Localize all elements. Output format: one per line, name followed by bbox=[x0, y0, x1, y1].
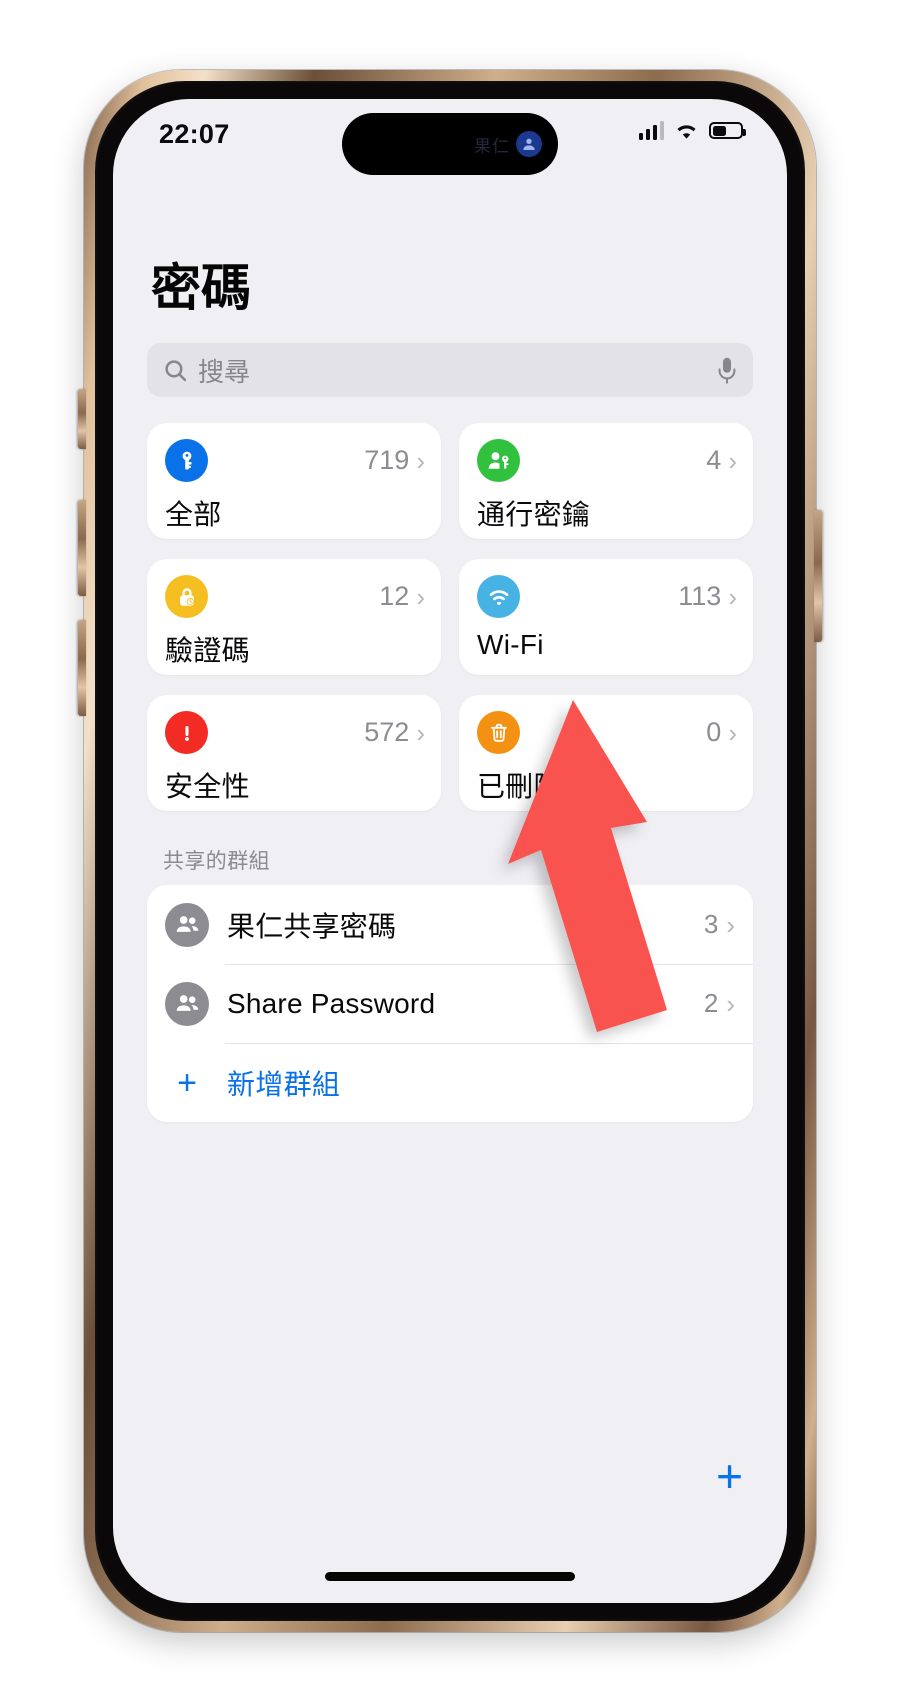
wifi-icon bbox=[674, 121, 699, 140]
phone-screen: 22:07 果仁 密碼 搜尋 719 › 全部 4 › 通行密鑰 12 › 驗證… bbox=[113, 99, 787, 1603]
action-button[interactable] bbox=[78, 389, 86, 449]
group-name: 果仁共享密碼 bbox=[227, 910, 397, 942]
trash-icon bbox=[477, 711, 520, 754]
category-count: 4 bbox=[706, 445, 722, 475]
category-label: 安全性 bbox=[165, 771, 250, 802]
category-card-wifi[interactable]: 113 › Wi-Fi bbox=[459, 559, 753, 675]
search-icon bbox=[163, 358, 188, 383]
group-name: Share Password bbox=[227, 987, 436, 1019]
category-count: 0 bbox=[706, 717, 722, 747]
chevron-right-icon: › bbox=[728, 717, 737, 748]
category-count: 113 bbox=[678, 581, 722, 611]
chevron-right-icon: › bbox=[416, 717, 425, 748]
add-group-label: 新增群組 bbox=[227, 1068, 341, 1100]
chevron-right-icon: › bbox=[416, 581, 425, 612]
person-avatar-icon bbox=[516, 131, 542, 157]
status-bar: 22:07 果仁 bbox=[113, 99, 787, 175]
chevron-right-icon: › bbox=[728, 445, 737, 476]
chevron-right-icon: › bbox=[728, 581, 737, 612]
page-title: 密碼 bbox=[151, 260, 251, 316]
category-count: 12 bbox=[379, 581, 410, 611]
status-bar-time: 22:07 bbox=[159, 119, 230, 149]
home-indicator[interactable] bbox=[325, 1572, 575, 1581]
group-count: 3 bbox=[703, 909, 719, 939]
group-count: 2 bbox=[703, 988, 719, 1018]
shared-groups-section-header: 共享的群組 bbox=[163, 850, 270, 873]
category-label: Wi-Fi bbox=[477, 629, 544, 660]
category-card-verification-codes[interactable]: 12 › 驗證碼 bbox=[147, 559, 441, 675]
category-card-deleted[interactable]: 0 › 已刪除 bbox=[459, 695, 753, 811]
add-group-row[interactable]: + 新增群組 bbox=[147, 1043, 753, 1122]
shared-groups-list: 果仁共享密碼 3 › Share Password 2 › + 新增群組 bbox=[147, 885, 753, 1122]
key-icon bbox=[165, 439, 208, 482]
dynamic-island-label: 果仁 bbox=[474, 136, 510, 156]
category-count: 572 bbox=[364, 717, 410, 747]
category-grid: 719 › 全部 4 › 通行密鑰 12 › 驗證碼 113 › Wi-Fi 5… bbox=[147, 423, 753, 811]
category-label: 驗證碼 bbox=[165, 635, 250, 666]
volume-up-button[interactable] bbox=[78, 500, 86, 596]
add-password-button[interactable]: + bbox=[716, 1453, 743, 1499]
group-avatar-icon bbox=[165, 902, 209, 947]
category-label: 全部 bbox=[165, 499, 222, 530]
category-card-all[interactable]: 719 › 全部 bbox=[147, 423, 441, 539]
volume-down-button[interactable] bbox=[78, 620, 86, 716]
chevron-right-icon: › bbox=[416, 445, 425, 476]
list-item[interactable]: 果仁共享密碼 3 › bbox=[147, 885, 753, 964]
wifi-circle-icon bbox=[477, 575, 520, 618]
warning-icon bbox=[165, 711, 208, 754]
microphone-icon[interactable] bbox=[717, 357, 737, 384]
category-label: 已刪除 bbox=[477, 771, 562, 802]
category-card-passkeys[interactable]: 4 › 通行密鑰 bbox=[459, 423, 753, 539]
power-button[interactable] bbox=[814, 510, 822, 642]
category-label: 通行密鑰 bbox=[477, 499, 591, 530]
status-bar-indicators bbox=[638, 121, 746, 140]
cellular-bars-icon bbox=[638, 121, 664, 140]
battery-icon bbox=[709, 122, 746, 139]
search-field[interactable]: 搜尋 bbox=[147, 343, 753, 397]
chevron-right-icon: › bbox=[726, 988, 735, 1019]
list-item[interactable]: Share Password 2 › bbox=[147, 964, 753, 1043]
search-placeholder: 搜尋 bbox=[198, 356, 251, 387]
screenshot-root: 22:07 果仁 密碼 搜尋 719 › 全部 4 › 通行密鑰 12 › 驗證… bbox=[0, 0, 900, 1701]
category-count: 719 bbox=[364, 445, 410, 475]
plus-icon: + bbox=[177, 1063, 197, 1102]
passkey-icon bbox=[477, 439, 520, 482]
group-avatar-icon bbox=[165, 981, 209, 1026]
category-card-security[interactable]: 572 › 安全性 bbox=[147, 695, 441, 811]
chevron-right-icon: › bbox=[726, 909, 735, 940]
lock-clock-icon bbox=[165, 575, 208, 618]
passwords-screen: 密碼 搜尋 719 › 全部 4 › 通行密鑰 12 › 驗證碼 113 › W… bbox=[113, 171, 787, 1603]
dynamic-island[interactable]: 果仁 bbox=[342, 113, 558, 175]
